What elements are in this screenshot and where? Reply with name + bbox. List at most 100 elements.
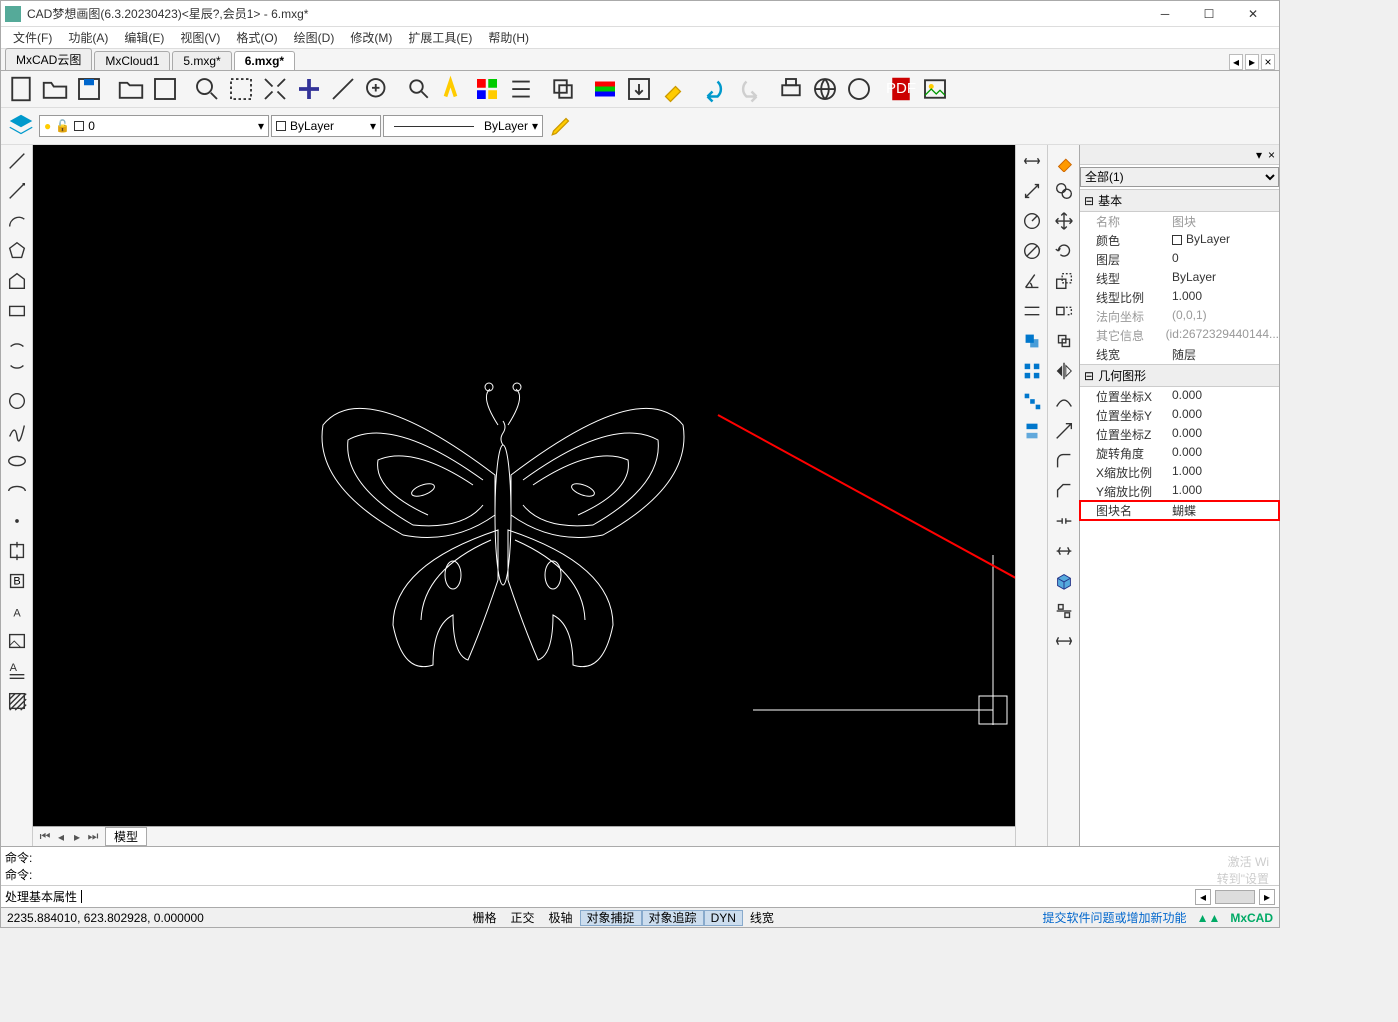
box3d-icon[interactable]	[1050, 567, 1078, 595]
layer-combo[interactable]: ● 🔓 0 ▾	[39, 115, 269, 137]
pan-icon[interactable]	[293, 73, 325, 105]
find-icon[interactable]	[403, 73, 435, 105]
menu-format[interactable]: 格式(O)	[228, 27, 285, 48]
mtext-icon[interactable]: A	[3, 657, 31, 685]
tab-next-icon[interactable]: ▸	[1245, 54, 1259, 70]
zoom-extents-icon[interactable]	[225, 73, 257, 105]
close-button[interactable]: ✕	[1231, 1, 1275, 27]
arc-icon[interactable]	[3, 207, 31, 235]
dim-horizontal-icon[interactable]	[1018, 297, 1046, 325]
status-toggle-正交[interactable]: 正交	[504, 910, 542, 926]
copy-icon[interactable]	[547, 73, 579, 105]
feedback-link[interactable]: 提交软件问题或增加新功能	[1043, 909, 1187, 926]
cmd-scroll-right-icon[interactable]: ▸	[1259, 889, 1275, 905]
tab-close-icon[interactable]: ×	[1261, 54, 1275, 70]
property-row[interactable]: 线型ByLayer	[1080, 269, 1279, 288]
section-geometry[interactable]: ⊟ 几何图形	[1080, 364, 1279, 387]
ellipse-arc-icon[interactable]	[3, 477, 31, 505]
menu-draw[interactable]: 绘图(D)	[286, 27, 343, 48]
offset-icon[interactable]	[1050, 327, 1078, 355]
status-toggle-对象捕捉[interactable]: 对象捕捉	[580, 910, 642, 926]
folder-open-icon[interactable]	[115, 73, 147, 105]
mirror-icon[interactable]	[1050, 357, 1078, 385]
property-row[interactable]: 颜色ByLayer	[1080, 231, 1279, 250]
menu-ext-tools[interactable]: 扩展工具(E)	[400, 27, 480, 48]
property-row[interactable]: 法向坐标(0,0,1)	[1080, 307, 1279, 326]
property-row[interactable]: X缩放比例1.000	[1080, 463, 1279, 482]
explode-icon[interactable]	[1050, 537, 1078, 565]
tab-mxcloud1[interactable]: MxCloud1	[94, 51, 170, 70]
open-file-icon[interactable]	[39, 73, 71, 105]
rotate-icon[interactable]	[1050, 237, 1078, 265]
grid-colors-icon[interactable]	[471, 73, 503, 105]
palette-icon[interactable]	[589, 73, 621, 105]
brush-icon[interactable]	[657, 73, 689, 105]
save-as-icon[interactable]	[149, 73, 181, 105]
export-icon[interactable]	[623, 73, 655, 105]
selection-filter-combo[interactable]: 全部(1)	[1080, 167, 1279, 187]
measure-icon[interactable]	[327, 73, 359, 105]
copy-blue-icon[interactable]	[1018, 327, 1046, 355]
list-icon[interactable]	[505, 73, 537, 105]
model-last-icon[interactable]: ⏭	[85, 829, 101, 844]
spline-icon[interactable]	[3, 417, 31, 445]
web2-icon[interactable]	[843, 73, 875, 105]
zoom-realtime-icon[interactable]	[361, 73, 393, 105]
property-row[interactable]: 线型比例1.000	[1080, 288, 1279, 307]
point-icon[interactable]	[3, 507, 31, 535]
property-row[interactable]: 位置坐标Z0.000	[1080, 425, 1279, 444]
dim-diameter-icon[interactable]	[1018, 237, 1046, 265]
move-icon[interactable]	[1050, 207, 1078, 235]
status-toggle-对象追踪[interactable]: 对象追踪	[642, 910, 704, 926]
pentagon-icon[interactable]	[3, 267, 31, 295]
array-icon[interactable]	[1018, 357, 1046, 385]
property-row[interactable]: 线宽随层	[1080, 345, 1279, 364]
arc2-icon[interactable]	[3, 327, 31, 355]
image-icon[interactable]	[919, 73, 951, 105]
text-icon[interactable]: A	[3, 597, 31, 625]
menu-help[interactable]: 帮助(H)	[480, 27, 537, 48]
join-icon[interactable]	[1050, 627, 1078, 655]
move-down-icon[interactable]	[1018, 417, 1046, 445]
color-combo[interactable]: ByLayer ▾	[271, 115, 381, 137]
property-row[interactable]: 名称图块	[1080, 212, 1279, 231]
new-file-icon[interactable]	[5, 73, 37, 105]
fillet-icon[interactable]	[1050, 447, 1078, 475]
extend-icon[interactable]	[1050, 417, 1078, 445]
maximize-button[interactable]: ☐	[1187, 1, 1231, 27]
tab-mxcad-cloud[interactable]: MxCAD云图	[5, 48, 92, 70]
menu-file[interactable]: 文件(F)	[5, 27, 60, 48]
block-create-icon[interactable]: B	[3, 567, 31, 595]
property-row[interactable]: 位置坐标X0.000	[1080, 387, 1279, 406]
minimize-button[interactable]: ─	[1143, 1, 1187, 27]
scale-icon[interactable]	[1050, 267, 1078, 295]
dim-linear-icon[interactable]	[1018, 147, 1046, 175]
zoom-all-icon[interactable]	[259, 73, 291, 105]
property-row[interactable]: 图块名蝴蝶	[1080, 501, 1279, 520]
tab-5mxg[interactable]: 5.mxg*	[172, 51, 231, 70]
copy-modify-icon[interactable]	[1050, 177, 1078, 205]
menu-modify[interactable]: 修改(M)	[342, 27, 400, 48]
highlight-icon[interactable]	[437, 73, 469, 105]
model-prev-icon[interactable]: ◂	[53, 830, 69, 844]
circle-icon[interactable]	[3, 387, 31, 415]
property-row[interactable]: 旋转角度0.000	[1080, 444, 1279, 463]
hatch-icon[interactable]	[3, 687, 31, 715]
dim-radius-icon[interactable]	[1018, 207, 1046, 235]
ray-icon[interactable]	[3, 177, 31, 205]
redo-icon[interactable]	[733, 73, 765, 105]
layers-icon[interactable]	[5, 110, 37, 142]
eraser-icon[interactable]	[1050, 147, 1078, 175]
panel-minimize-icon[interactable]: ▾	[1256, 148, 1262, 162]
print-icon[interactable]	[775, 73, 807, 105]
break-icon[interactable]	[1050, 507, 1078, 535]
trim-icon[interactable]	[1050, 387, 1078, 415]
arc3-icon[interactable]	[3, 357, 31, 385]
chamfer-icon[interactable]	[1050, 477, 1078, 505]
property-row[interactable]: 位置坐标Y0.000	[1080, 406, 1279, 425]
save-icon[interactable]	[73, 73, 105, 105]
zoom-window-icon[interactable]	[191, 73, 223, 105]
menu-function[interactable]: 功能(A)	[60, 27, 116, 48]
stretch-icon[interactable]	[1050, 297, 1078, 325]
status-toggle-线宽[interactable]: 线宽	[743, 910, 781, 926]
